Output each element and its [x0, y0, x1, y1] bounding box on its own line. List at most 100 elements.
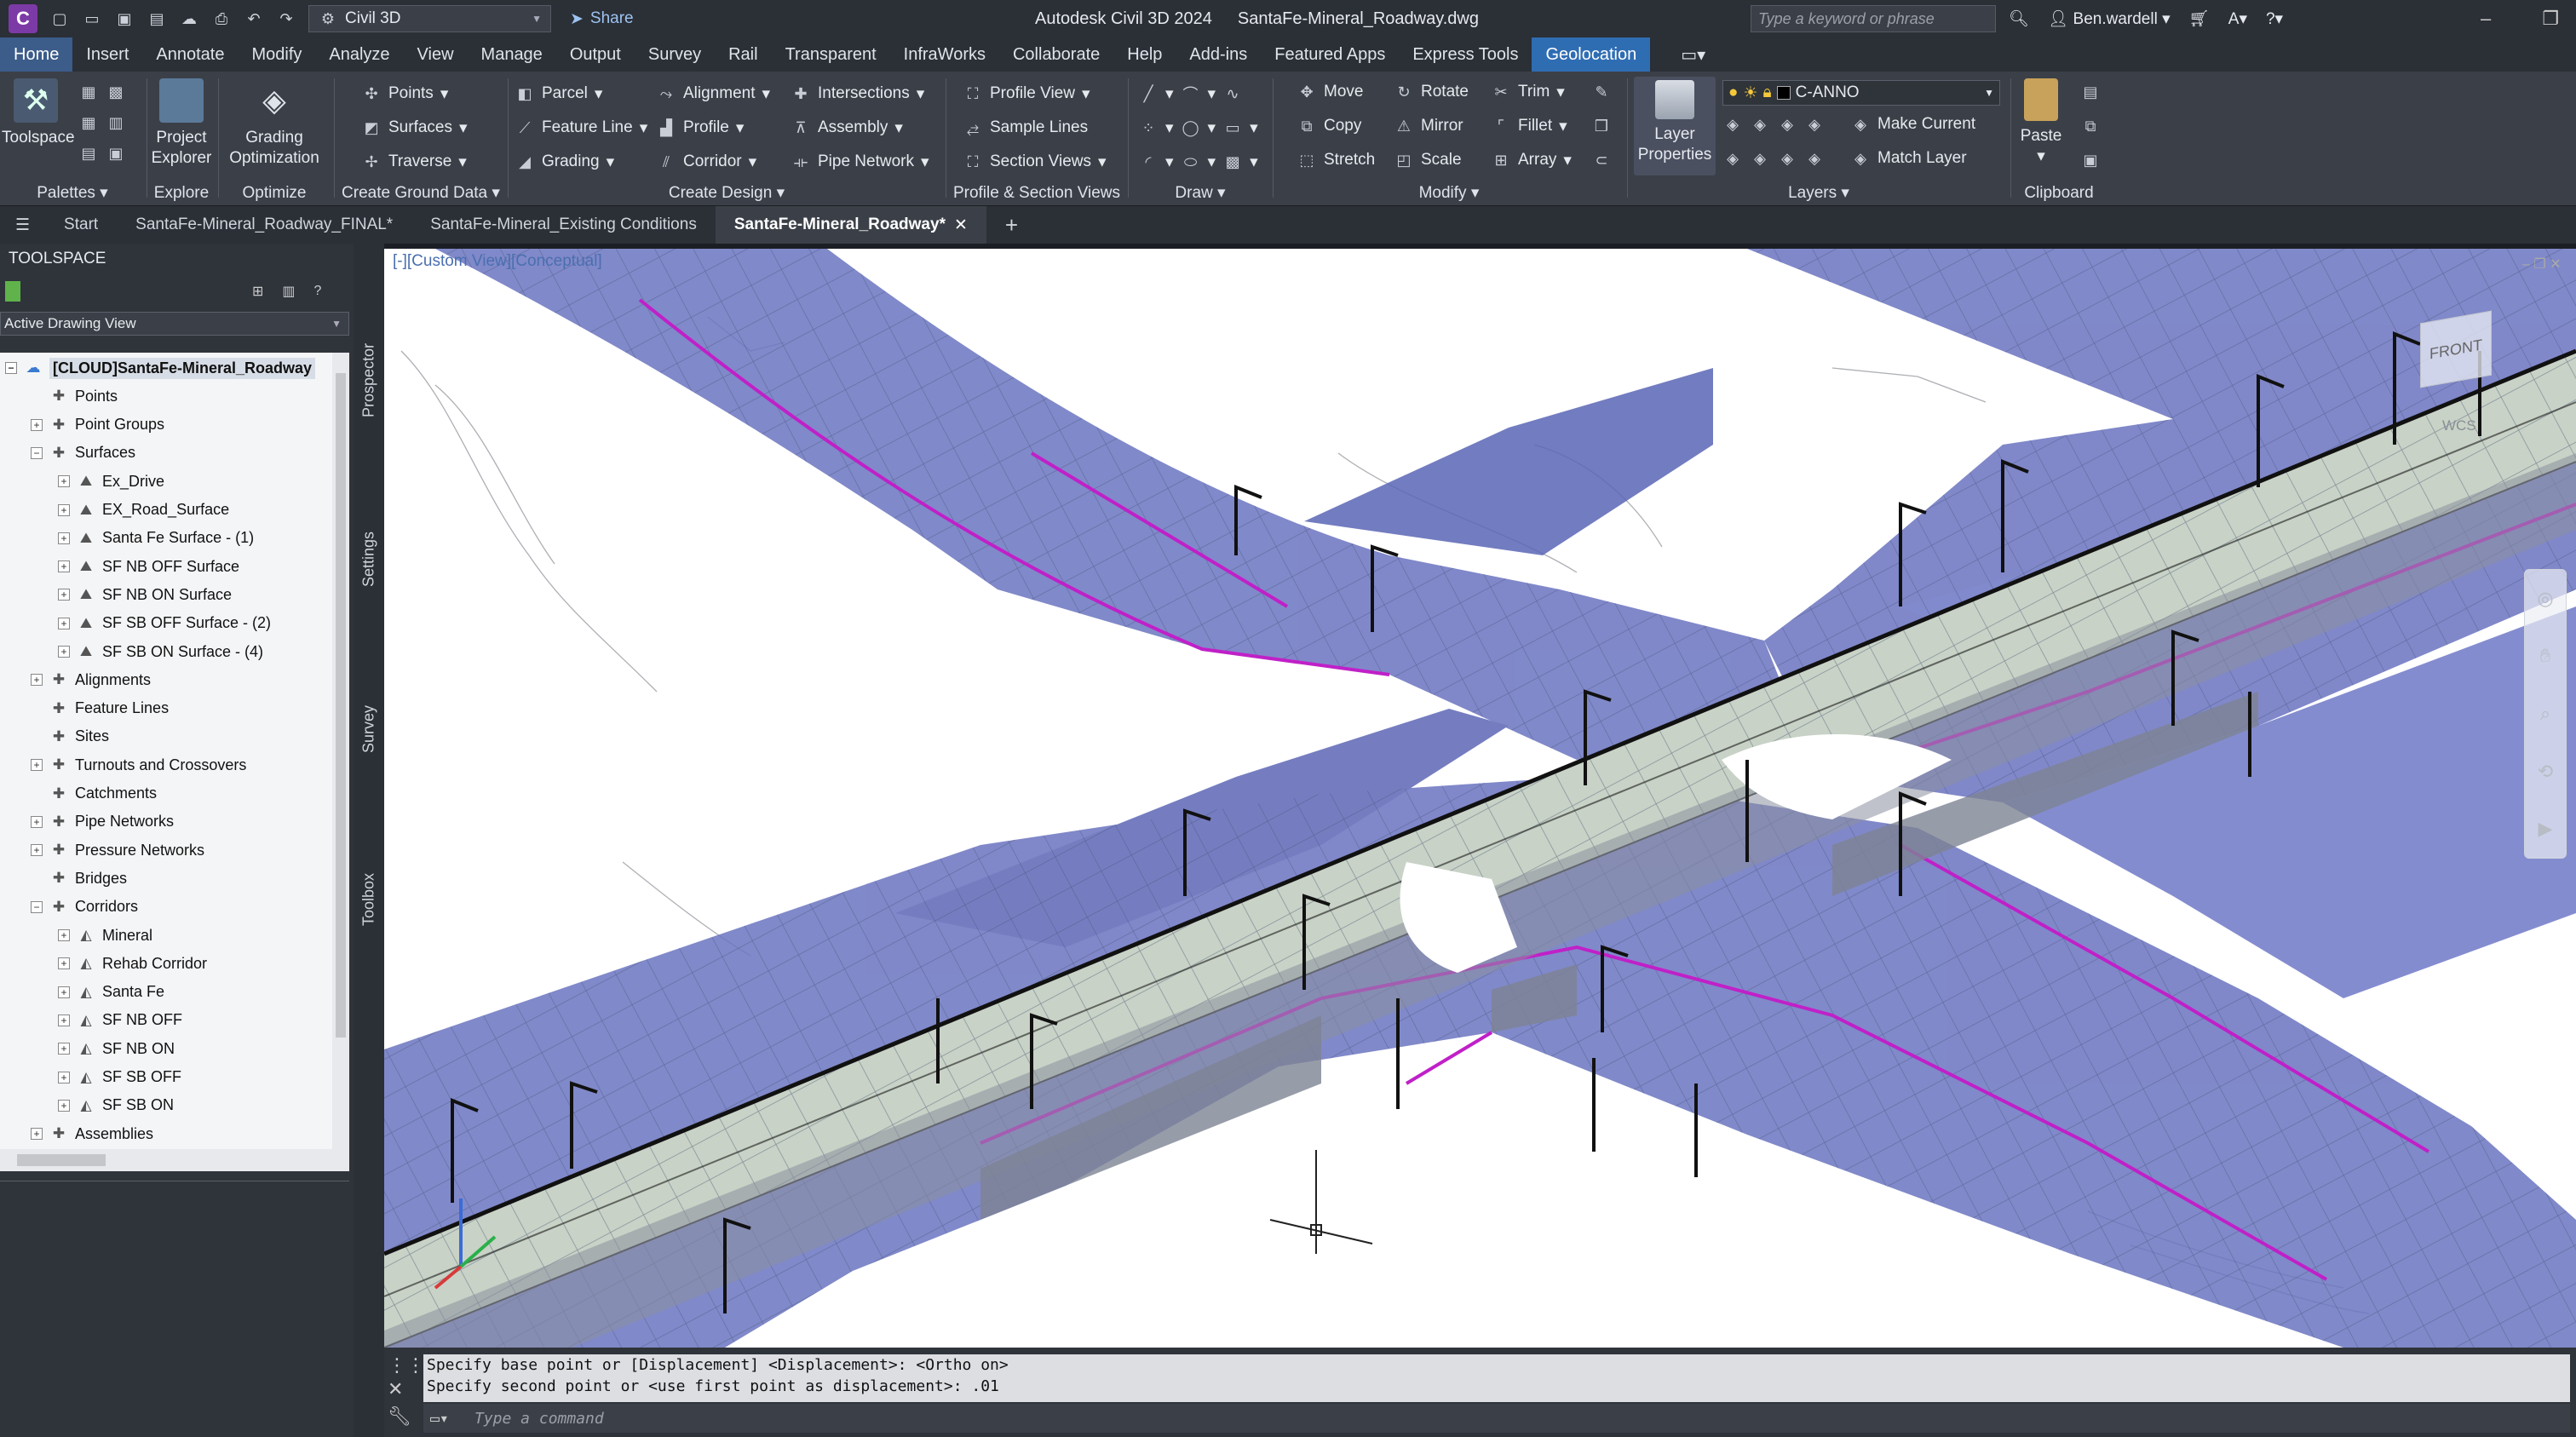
tree-item[interactable]: + ⛰ SF SB ON Surface - (4)	[58, 638, 263, 665]
tree-item[interactable]: ✚ Feature Lines	[31, 695, 169, 722]
tab-transparent[interactable]: Transparent	[772, 37, 890, 72]
expand-toggle-icon[interactable]: +	[31, 674, 43, 687]
tree-item[interactable]: + ✚ Alignments	[31, 666, 151, 693]
expand-toggle-icon[interactable]: +	[58, 1043, 70, 1055]
erase-icon[interactable]: ✎	[1591, 82, 1612, 102]
tree-item[interactable]: + ⛰ SF NB OFF Surface	[58, 553, 239, 580]
file-tab[interactable]: Start	[45, 206, 117, 244]
tree-item[interactable]: + ⛰ Santa Fe Surface - (1)	[58, 525, 254, 552]
draw-row3[interactable]: ◜ ▾ ⬭ ▾ ▩ ▾	[1138, 152, 1258, 172]
profile-view-button[interactable]: ⛶ Profile View ▾	[963, 83, 1090, 104]
expand-toggle-icon[interactable]: +	[58, 532, 70, 544]
layer-properties-button[interactable]: Layer Properties	[1634, 77, 1716, 175]
search-icon[interactable]: 🔍︎	[2009, 9, 2029, 29]
surfaces-button[interactable]: ◩ Surfaces ▾	[361, 118, 467, 138]
close-tab-icon[interactable]: ✕	[954, 216, 968, 235]
palette-icons-row3[interactable]: ▤ ▣	[78, 143, 126, 164]
expand-toggle-icon[interactable]: +	[31, 815, 43, 828]
tree-item[interactable]: + ⛰ EX_Road_Surface	[58, 497, 229, 524]
tree-item[interactable]: − ✚ Corridors	[31, 894, 138, 921]
expand-toggle-icon[interactable]: +	[58, 646, 70, 658]
close-icon[interactable]: ✕	[388, 1378, 403, 1400]
project-explorer-button[interactable]: Project Explorer	[148, 78, 215, 169]
file-tab[interactable]: SantaFe-Mineral_Existing Conditions	[411, 206, 716, 244]
expand-toggle-icon[interactable]: +	[58, 1014, 70, 1026]
viewport-window-controls[interactable]: – ❐ ✕	[2522, 256, 2562, 273]
tree-item[interactable]: + ✚ Assemblies	[31, 1120, 153, 1147]
tab-modify[interactable]: Modify	[238, 37, 315, 72]
save-as-icon[interactable]: ▤	[147, 9, 167, 29]
tree-item[interactable]: + ⛰ SF NB ON Surface	[58, 581, 232, 608]
active-drawing-view-dropdown[interactable]: Active Drawing View ▼	[0, 312, 349, 336]
expand-toggle-icon[interactable]: +	[31, 418, 43, 431]
expand-toggle-icon[interactable]	[31, 788, 43, 800]
orbit-icon[interactable]: ⟲	[2538, 761, 2553, 783]
tree-item[interactable]: + ◭ SF SB ON	[58, 1092, 174, 1119]
tab-survey[interactable]: Survey	[635, 37, 715, 72]
expand-toggle-icon[interactable]	[31, 703, 43, 715]
tab-collaborate[interactable]: Collaborate	[999, 37, 1113, 72]
palette-icons-row1[interactable]: ▦ ▩	[78, 82, 126, 102]
file-tab[interactable]: SantaFe-Mineral_Roadway_FINAL*	[117, 206, 411, 244]
tree-item[interactable]: + ⛰ Ex_Drive	[58, 468, 164, 495]
item-view-icon[interactable]: ⊞	[252, 283, 263, 300]
zoom-icon[interactable]: ⌕	[2540, 703, 2550, 725]
tree-item[interactable]: + ⛰ SF SB OFF Surface - (2)	[58, 610, 271, 637]
expand-toggle-icon[interactable]	[31, 390, 43, 402]
toolspace-button[interactable]: ⚒ Toolspace	[2, 78, 75, 148]
expand-toggle-icon[interactable]: +	[58, 1099, 70, 1112]
expand-toggle-icon[interactable]: −	[31, 446, 43, 459]
tab-express-tools[interactable]: Express Tools	[1399, 37, 1532, 72]
grading-button[interactable]: ◢ Grading ▾	[515, 152, 614, 172]
tree-item[interactable]: + ✚ Point Groups	[31, 411, 164, 439]
match-layer-button[interactable]: ◈ Match Layer	[1850, 148, 1966, 169]
paste-button[interactable]: Paste ▾	[2015, 78, 2067, 167]
move-button[interactable]: ✥ Move	[1297, 82, 1363, 102]
trim-button[interactable]: ✂ Trim ▾	[1491, 82, 1564, 102]
layers-title[interactable]: Layers ▾	[1629, 183, 2009, 203]
tab-help[interactable]: Help	[1113, 37, 1176, 72]
tree-item[interactable]: + ◭ Santa Fe	[58, 979, 164, 1006]
pipe-network-button[interactable]: ⟛ Pipe Network ▾	[791, 152, 929, 172]
cart-icon[interactable]: 🛒︎	[2189, 9, 2210, 29]
command-input[interactable]: ▭▾ Type a command	[423, 1404, 2570, 1433]
expand-toggle-icon[interactable]	[31, 731, 43, 743]
offset-icon[interactable]: ⊂	[1591, 150, 1612, 170]
application-menu-button[interactable]: C	[9, 4, 37, 33]
tab-featured-apps[interactable]: Featured Apps	[1261, 37, 1399, 72]
tree-item[interactable]: + ◭ SF NB OFF	[58, 1007, 182, 1034]
user-account[interactable]: 👤︎ Ben.wardell ▾	[2048, 9, 2171, 29]
intersections-button[interactable]: ✚ Intersections ▾	[791, 83, 924, 104]
minimize-icon[interactable]: –	[2481, 8, 2491, 30]
help-icon[interactable]: ?	[314, 284, 322, 299]
share-button[interactable]: ➤ Share	[570, 9, 634, 29]
copy-button[interactable]: ⧉ Copy	[1297, 116, 1362, 136]
help-search-input[interactable]: Type a keyword or phrase	[1751, 5, 1996, 32]
tree-item[interactable]: − ✚ Surfaces	[31, 440, 135, 467]
toolspace-color-icon[interactable]	[5, 281, 20, 302]
expand-toggle-icon[interactable]: +	[58, 1071, 70, 1083]
panel-toggle-icon[interactable]: ▥	[282, 283, 295, 300]
match-properties-icon[interactable]: ▣	[2080, 150, 2101, 170]
expand-toggle-icon[interactable]: +	[31, 1128, 43, 1141]
viewport-controls-label[interactable]: [-][Custom View][Conceptual]	[393, 252, 602, 271]
tab-geolocation[interactable]: Geolocation	[1532, 37, 1651, 72]
tree-item[interactable]: + ◭ Rehab Corridor	[58, 950, 207, 977]
layer-tools-row1[interactable]: ◈ ◈ ◈ ◈	[1722, 114, 1825, 135]
modify-title[interactable]: Modify ▾	[1274, 183, 1624, 203]
section-views-button[interactable]: ⛶ Section Views ▾	[963, 152, 1107, 172]
file-tab[interactable]: SantaFe-Mineral_Roadway* ✕	[715, 206, 986, 244]
hamburger-menu-icon[interactable]: ☰	[0, 206, 45, 244]
new-tab-button[interactable]: +	[986, 206, 1037, 244]
tree-item[interactable]: + ✚ Pipe Networks	[31, 808, 174, 836]
expand-toggle-icon[interactable]	[31, 872, 43, 884]
expand-toggle-icon[interactable]: +	[31, 759, 43, 772]
tree-item[interactable]: + ✚ Turnouts and Crossovers	[31, 751, 246, 779]
copy-clip-icon[interactable]: ⧉	[2080, 116, 2101, 136]
print-icon[interactable]: ⎙	[211, 9, 232, 29]
redo-icon[interactable]: ↷	[276, 9, 296, 29]
expand-toggle-icon[interactable]: +	[58, 503, 70, 516]
tree-item[interactable]: − ☁ [CLOUD]SantaFe-Mineral_Roadway	[5, 354, 316, 382]
feature-line-button[interactable]: ⟋ Feature Line ▾	[515, 118, 648, 138]
tree-item[interactable]: + ◭ SF NB ON	[58, 1035, 175, 1062]
